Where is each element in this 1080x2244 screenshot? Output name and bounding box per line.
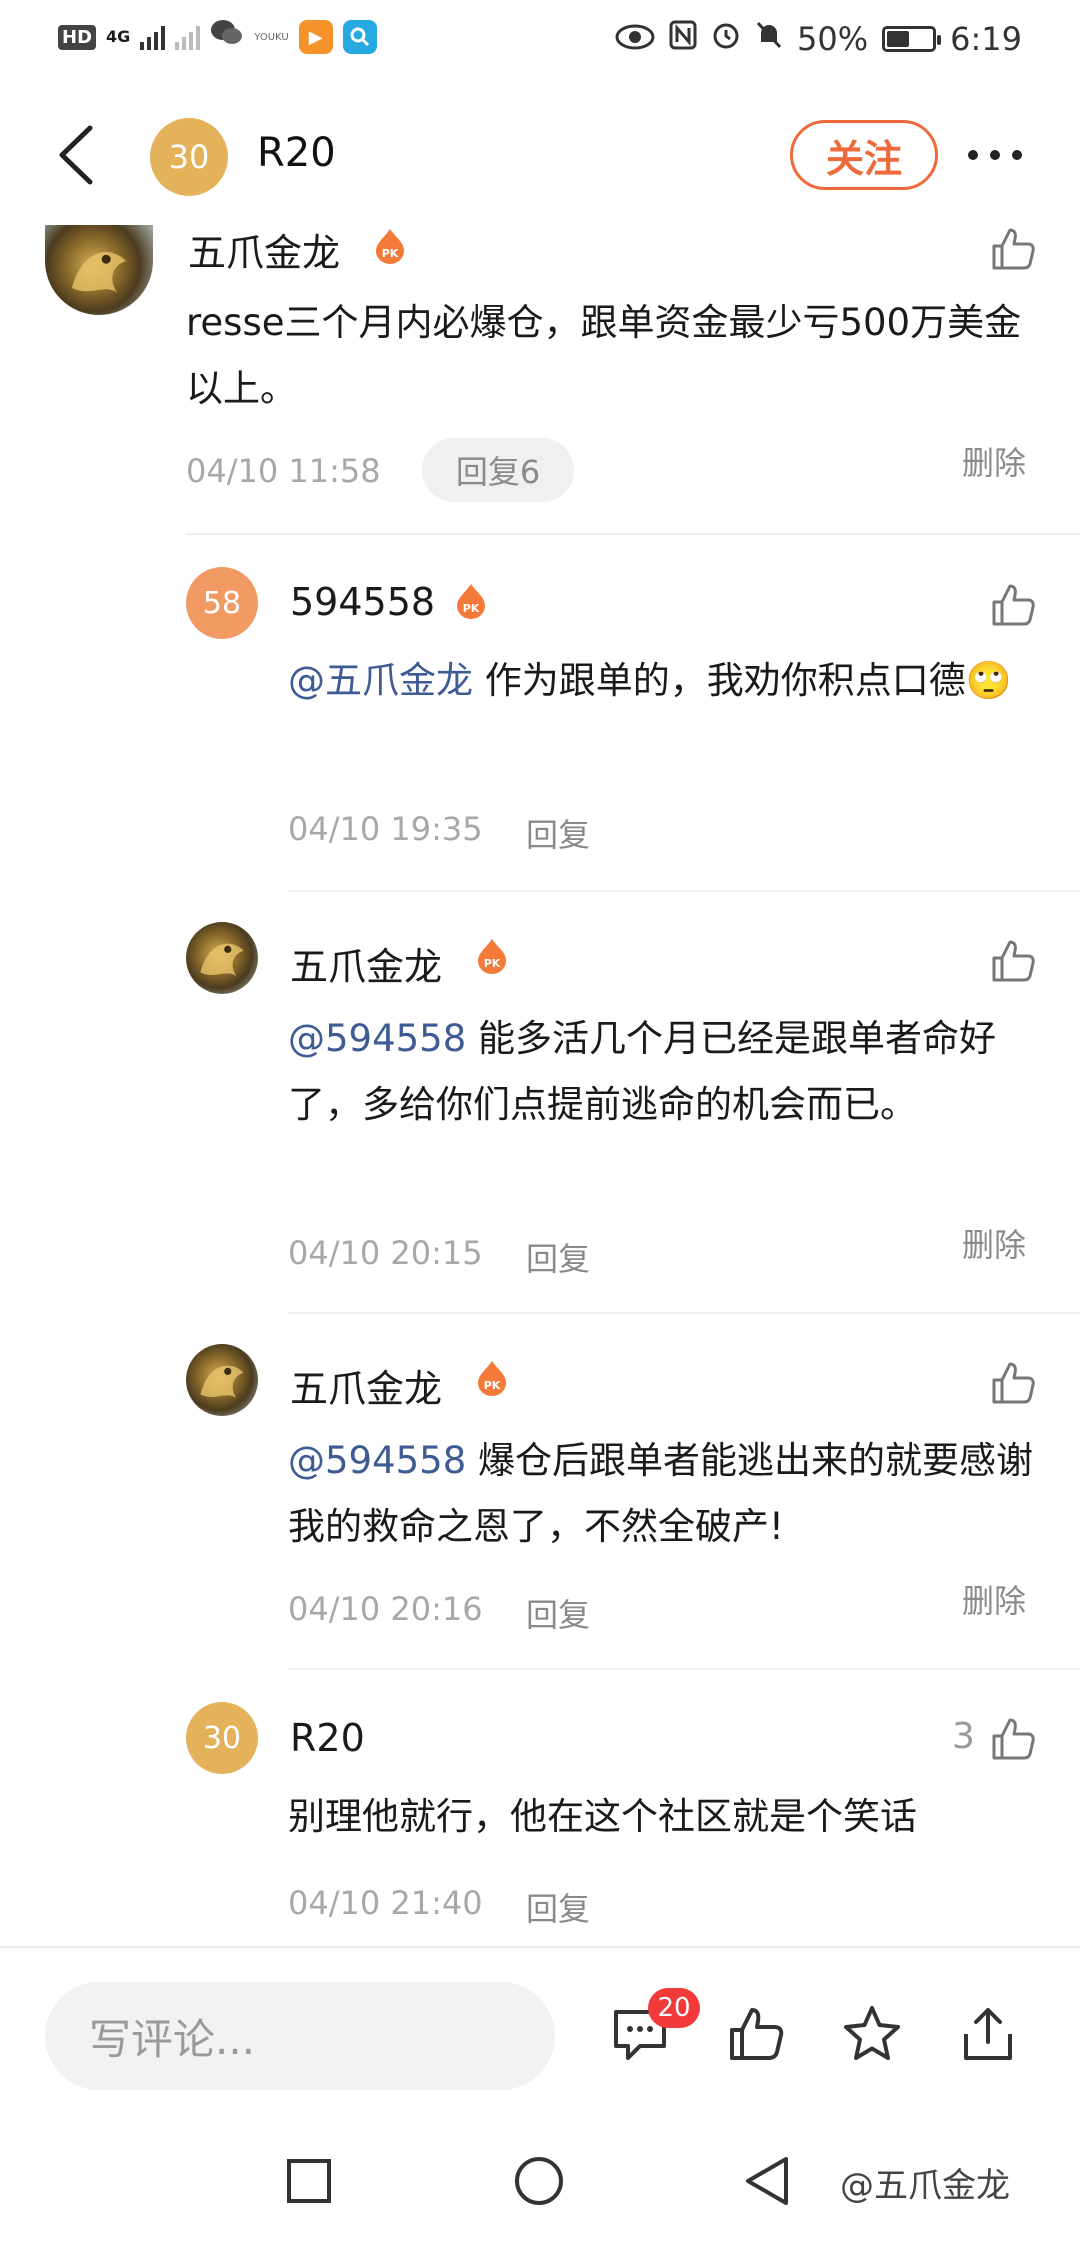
svg-text:PK: PK <box>484 957 501 970</box>
status-bar: HD 4G YOUKU ▶ 50% 6:19 <box>0 0 1080 80</box>
dragon-avatar-image <box>72 252 126 293</box>
mention-link[interactable]: @594558 <box>288 1017 466 1060</box>
reply-text: 别理他就行，他在这个社区就是个笑话 <box>288 1795 917 1838</box>
like-icon[interactable] <box>990 582 1036 626</box>
mention-link[interactable]: @五爪金龙 <box>288 659 473 702</box>
like-icon[interactable] <box>990 226 1036 270</box>
svg-text:PK: PK <box>463 602 480 615</box>
battery-level <box>887 31 910 47</box>
comment-time: 04/10 11:58 <box>186 452 381 490</box>
replies-count-button[interactable]: 回复6 <box>422 438 574 502</box>
like-icon[interactable] <box>990 1716 1036 1760</box>
mention-link[interactable]: @594558 <box>288 1439 466 1482</box>
watermark: @五爪金龙 <box>840 2166 1010 2206</box>
reply-author[interactable]: 五爪金龙 <box>290 1358 442 1413</box>
thumbs-up-icon[interactable] <box>726 2004 786 2064</box>
like-icon[interactable] <box>990 938 1036 982</box>
reply-author[interactable]: R20 <box>290 1716 365 1760</box>
back-button[interactable] <box>50 120 110 190</box>
avatar[interactable] <box>186 1344 258 1416</box>
home-icon[interactable] <box>514 2156 564 2206</box>
avatar[interactable] <box>186 922 258 994</box>
pk-badge-icon: PK <box>457 584 485 619</box>
author-name[interactable]: R20 <box>257 130 336 176</box>
comment-count-badge: 20 <box>648 1988 700 2028</box>
pk-badge-icon: PK <box>478 939 506 974</box>
reply-time: 04/10 20:15 <box>288 1234 483 1272</box>
delete-button[interactable]: 删除 <box>962 1220 1026 1266</box>
hd-indicator: HD <box>58 24 97 50</box>
svg-text:PK: PK <box>484 1379 501 1392</box>
pk-badge-icon: PK <box>376 229 404 264</box>
chevron-left-icon <box>59 125 93 185</box>
reply-time: 04/10 19:35 <box>288 810 483 848</box>
wechat-icon <box>210 18 244 56</box>
dragon-avatar-image <box>200 943 244 976</box>
avatar[interactable] <box>45 225 153 315</box>
svg-text:PK: PK <box>382 247 399 260</box>
comment-text: resse三个月内必爆仓，跟单资金最少亏500万美金以上。 <box>186 301 1022 410</box>
reply-text: @五爪金龙 作为跟单的，我劝你积点口德🙄 <box>288 648 1033 714</box>
alarm-icon <box>711 20 741 58</box>
reply-button[interactable]: 回复 <box>526 1234 590 1280</box>
network-type: 4G <box>106 27 131 46</box>
star-icon[interactable] <box>842 2004 902 2064</box>
share-icon[interactable] <box>958 2004 1018 2064</box>
nfc-icon <box>669 20 697 58</box>
reply-button[interactable]: 回复 <box>526 1590 590 1636</box>
divider <box>186 533 1080 535</box>
reply-author[interactable]: 五爪金龙 <box>290 936 442 991</box>
reply-text: @594558 能多活几个月已经是跟单者命好了，多给你们点提前逃命的机会而已。 <box>288 1006 1033 1138</box>
eye-icon <box>615 20 655 58</box>
clock: 6:19 <box>950 20 1022 58</box>
avatar[interactable]: 30 <box>186 1702 258 1774</box>
like-icon[interactable] <box>990 1360 1036 1404</box>
search-app-icon <box>342 20 377 54</box>
dragon-avatar-image <box>200 1365 244 1398</box>
like-count: 3 <box>952 1716 975 1757</box>
reply-body: 作为跟单的，我劝你积点口德🙄 <box>473 659 1012 702</box>
mute-bell-icon <box>755 20 783 58</box>
reply-button[interactable]: 回复 <box>526 1884 590 1930</box>
delete-button[interactable]: 删除 <box>962 438 1026 484</box>
play-app-icon: ▶ <box>298 20 333 54</box>
signal-2-icon <box>175 24 201 50</box>
avatar[interactable]: 58 <box>186 567 258 639</box>
more-options-button[interactable] <box>968 140 1038 170</box>
divider <box>288 1668 1080 1670</box>
reply-time: 04/10 20:16 <box>288 1590 483 1628</box>
pk-badge-icon: PK <box>478 1361 506 1396</box>
comment-input[interactable]: 写评论... <box>45 1982 555 2090</box>
bottom-action-bar: 写评论... 20 <box>0 1946 1080 2096</box>
page-header: 30 R20 关注 <box>0 100 1080 210</box>
divider <box>288 1312 1080 1314</box>
reply-button[interactable]: 回复 <box>526 810 590 856</box>
battery-percent: 50% <box>797 20 869 58</box>
app-youku-icon: YOUKU <box>254 31 289 43</box>
author-avatar[interactable]: 30 <box>150 118 228 196</box>
reply-time: 04/10 21:40 <box>288 1884 483 1922</box>
reply-text: @594558 爆仓后跟单者能逃出来的就要感谢我的救命之恩了，不然全破产! <box>288 1428 1033 1560</box>
reply-author[interactable]: 594558 <box>290 580 435 624</box>
recent-apps-icon[interactable] <box>286 2158 332 2204</box>
comment-author[interactable]: 五爪金龙 <box>188 222 340 277</box>
back-nav-icon[interactable] <box>744 2156 790 2206</box>
signal-icon <box>140 24 166 50</box>
follow-button[interactable]: 关注 <box>790 120 938 190</box>
divider <box>288 890 1080 892</box>
battery-icon <box>882 26 942 52</box>
delete-button[interactable]: 删除 <box>962 1576 1026 1622</box>
